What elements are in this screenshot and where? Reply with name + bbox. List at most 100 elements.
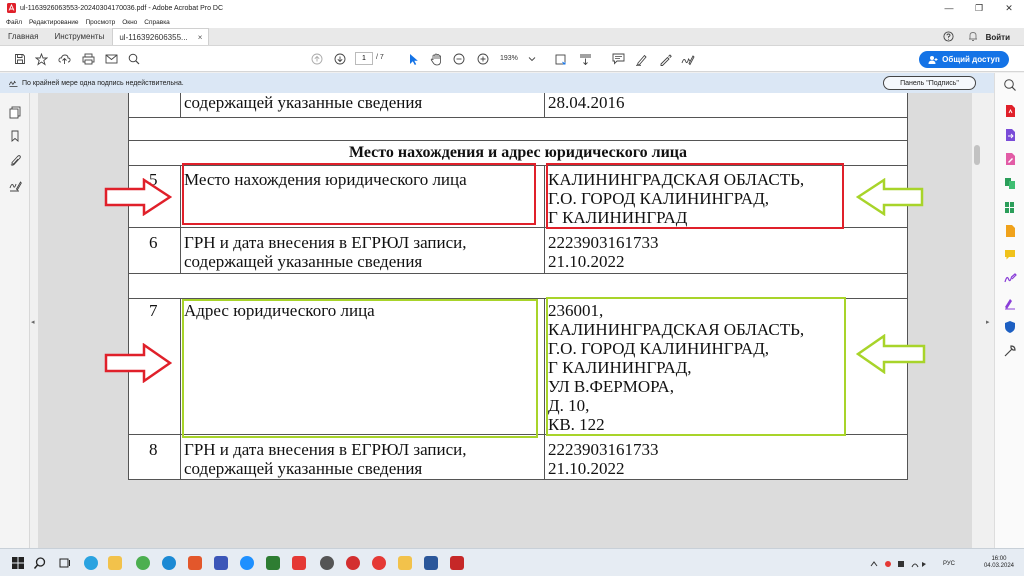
keyboard-language[interactable]: РУС <box>943 561 955 567</box>
tab-tools[interactable]: Инструменты <box>46 27 112 45</box>
vertical-scrollbar[interactable] <box>972 93 982 548</box>
scroll-mode-icon[interactable] <box>577 51 593 67</box>
save-icon[interactable] <box>12 51 28 67</box>
page-thumbnails-icon[interactable] <box>8 105 22 119</box>
fill-sign-icon[interactable] <box>1003 272 1017 286</box>
signature-warning-icon <box>9 80 18 87</box>
scrollbar-thumb[interactable] <box>974 145 980 165</box>
zoom-search-icon[interactable] <box>1003 78 1017 92</box>
table-cell-number: 6 <box>149 233 158 252</box>
page-down-icon[interactable] <box>332 51 348 67</box>
close-window-button[interactable]: ✕ <box>994 0 1024 16</box>
minimize-button[interactable]: — <box>934 0 964 16</box>
close-tab-icon[interactable]: × <box>198 33 203 42</box>
maximize-button[interactable]: ❐ <box>964 0 994 16</box>
highlight-pen-icon[interactable] <box>633 51 649 67</box>
select-cursor-icon[interactable] <box>405 51 421 67</box>
organize-pages-icon[interactable] <box>1003 200 1017 214</box>
email-icon[interactable] <box>103 51 119 67</box>
window-title: ul-1163926063553-20240304170036.pdf - Ad… <box>20 4 224 12</box>
table-col-divider <box>544 165 545 273</box>
menu-file[interactable]: Файл <box>6 19 22 26</box>
signin-link[interactable]: Войти <box>986 33 1010 42</box>
zoom-in-icon[interactable] <box>475 51 491 67</box>
acrobat-window: ul-1163926063553-20240304170036.pdf - Ad… <box>0 0 1024 576</box>
green-arrow-left-icon <box>856 334 926 374</box>
draw-icon[interactable] <box>657 51 673 67</box>
protect-shield-icon[interactable] <box>1003 320 1017 334</box>
comment-tool-icon[interactable] <box>1003 248 1017 262</box>
hand-tool-icon[interactable] <box>428 51 444 67</box>
telegram-icon[interactable] <box>84 556 98 570</box>
table-cell-value: 28.04.2016 <box>548 93 625 112</box>
table-col-divider <box>180 165 181 273</box>
start-menu-icon[interactable] <box>11 556 25 570</box>
red-highlight-box-value <box>546 163 844 229</box>
notifications-icon[interactable] <box>968 31 978 45</box>
taskbar-clock[interactable]: 16:00 04.03.2024 <box>984 556 1014 570</box>
clock-time: 16:00 <box>991 556 1007 562</box>
task-view-icon[interactable] <box>58 556 72 570</box>
menu-edit[interactable]: Редактирование <box>29 19 79 26</box>
menu-view[interactable]: Просмотр <box>86 19 116 26</box>
share-button[interactable]: Общий доступ <box>919 51 1009 68</box>
bookmark-star-icon[interactable] <box>33 51 49 67</box>
share-button-label: Общий доступ <box>942 55 1000 64</box>
export-pdf-icon[interactable] <box>1003 128 1017 142</box>
tab-document[interactable]: ul-116392606355... × <box>112 28 210 45</box>
zoom-out-icon[interactable] <box>451 51 467 67</box>
app-icon[interactable] <box>214 556 228 570</box>
shield-app-icon[interactable] <box>266 556 280 570</box>
edge-icon[interactable] <box>162 556 176 570</box>
store-icon[interactable] <box>188 556 202 570</box>
collapse-left-panel-icon[interactable]: ◂ <box>31 318 37 326</box>
combine-files-icon[interactable] <box>1003 176 1017 190</box>
signatures-panel-icon[interactable] <box>8 179 22 193</box>
file-explorer-icon[interactable] <box>108 556 122 570</box>
print-icon[interactable] <box>80 51 96 67</box>
app-icon[interactable] <box>292 556 306 570</box>
request-signature-icon[interactable] <box>1003 296 1017 310</box>
table-col-divider <box>180 93 181 117</box>
page-number-input[interactable]: 1 <box>355 52 373 65</box>
folder-icon[interactable] <box>398 556 412 570</box>
search-icon[interactable] <box>126 51 142 67</box>
signature-message: По крайней мере одна подпись недействите… <box>22 79 184 87</box>
header-icons <box>943 31 978 45</box>
share-user-icon <box>928 55 938 64</box>
acrobat-taskbar-icon[interactable] <box>450 556 464 570</box>
create-pdf-icon[interactable] <box>1003 104 1017 118</box>
comment-icon[interactable] <box>610 51 626 67</box>
more-tools-icon[interactable] <box>1003 344 1017 358</box>
collapse-right-panel-icon[interactable]: ▸ <box>986 318 990 326</box>
table-row-divider <box>128 117 908 118</box>
menu-window[interactable]: Окно <box>122 19 137 26</box>
taskbar-search-icon[interactable] <box>33 556 47 570</box>
opera-icon[interactable] <box>346 556 360 570</box>
app-icon[interactable] <box>240 556 254 570</box>
word-icon[interactable] <box>424 556 438 570</box>
app-icon[interactable] <box>320 556 334 570</box>
system-tray-icons[interactable] <box>868 557 928 569</box>
fit-page-icon[interactable] <box>552 51 568 67</box>
table-cell-value: 2223903161733 21.10.2022 <box>548 233 659 271</box>
sign-icon[interactable] <box>680 51 696 67</box>
tab-home[interactable]: Главная <box>0 27 46 45</box>
page-up-icon[interactable] <box>309 51 325 67</box>
bookmarks-icon[interactable] <box>8 129 22 143</box>
table-cell-number: 7 <box>149 301 158 320</box>
attachments-icon[interactable] <box>8 153 22 167</box>
chrome-icon[interactable] <box>136 556 150 570</box>
scan-ocr-icon[interactable] <box>1003 224 1017 238</box>
zoom-level-input[interactable]: 193% <box>500 52 534 65</box>
green-highlight-box-label <box>182 299 538 438</box>
menu-help[interactable]: Справка <box>144 19 170 26</box>
upload-cloud-icon[interactable] <box>56 51 72 67</box>
yandex-icon[interactable] <box>372 556 386 570</box>
edit-pdf-icon[interactable] <box>1003 152 1017 166</box>
table-col-divider <box>544 93 545 117</box>
table-col-divider <box>180 298 181 479</box>
help-icon[interactable] <box>943 31 954 45</box>
signature-panel-button[interactable]: Панель "Подпись" <box>883 76 976 90</box>
red-highlight-box-label <box>182 163 536 225</box>
